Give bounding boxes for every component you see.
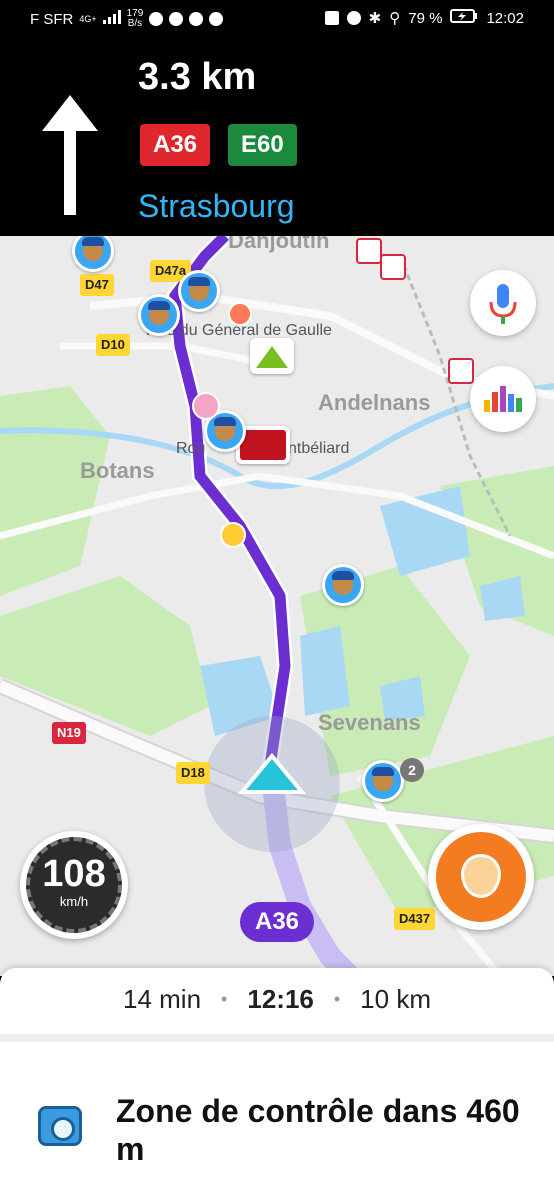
battery-icon xyxy=(450,9,478,27)
park-area xyxy=(0,576,210,736)
speedometer[interactable]: 108 km/h xyxy=(20,831,128,939)
report-button-fill xyxy=(436,832,526,922)
waze-icon xyxy=(189,12,204,26)
wazer-avatar-icon[interactable] xyxy=(228,302,252,326)
place-label-sevenans: Sevenans xyxy=(318,710,421,735)
panel-divider xyxy=(0,1034,554,1042)
lake xyxy=(380,486,470,576)
twitch-icon xyxy=(169,12,184,26)
current-road-shield: A36 xyxy=(240,902,314,942)
leroy-merlin-pin[interactable] xyxy=(250,338,294,374)
battery-level: 79 % xyxy=(408,9,443,27)
report-pin-icon xyxy=(461,854,501,898)
park-area xyxy=(0,386,110,596)
road xyxy=(60,342,281,370)
road-tag-d437: D437 xyxy=(394,908,436,930)
trip-summary-panel[interactable]: 14 min • 12:16 • 10 km Zone de contrôle … xyxy=(0,968,554,1200)
data-rate: 179 B/s xyxy=(127,9,144,29)
eta-row: 14 min • 12:16 • 10 km xyxy=(0,984,554,1015)
straight-arrow-icon xyxy=(42,95,98,215)
speedometer-dial: 108 km/h xyxy=(26,837,122,933)
voice-command-button[interactable] xyxy=(470,270,536,336)
wazer-avatar-icon[interactable] xyxy=(220,522,246,548)
clock: 12:02 xyxy=(486,9,524,27)
trip-duration: 14 min xyxy=(123,984,202,1014)
road-tag-n19: N19 xyxy=(52,722,86,744)
police-report-icon[interactable] xyxy=(362,760,404,802)
emoji-app-icon xyxy=(149,12,164,26)
equalizer-icon xyxy=(484,386,522,412)
report-count-badge: 2 xyxy=(400,758,424,782)
signal-icon xyxy=(102,10,121,28)
street-label-montbeliard: ntbéliard xyxy=(288,440,350,457)
alert-message: Zone de contrôle dans 460 m xyxy=(116,1093,520,1167)
data-rate-unit: B/s xyxy=(127,18,143,29)
railway-crossing-icon[interactable] xyxy=(356,238,382,264)
road-shield-a36: A36 xyxy=(140,124,211,166)
distance-to-maneuver: 3.3 km xyxy=(138,56,257,98)
street-label-partial: Rou xyxy=(176,440,206,457)
buffalo-grill-logo-icon xyxy=(240,430,286,460)
network-type: 4G+ xyxy=(79,14,97,24)
wazer-avatar-icon[interactable] xyxy=(192,392,220,420)
current-speed: 108 xyxy=(42,853,106,895)
police-report-icon[interactable] xyxy=(322,564,364,606)
railway-crossing-icon[interactable] xyxy=(380,254,406,280)
remaining-distance: 10 km xyxy=(360,984,431,1014)
arrival-time: 12:16 xyxy=(247,984,314,1014)
road-tag-d18: D18 xyxy=(176,762,210,784)
speed-unit: km/h xyxy=(59,894,89,909)
place-label-botans: Botans xyxy=(80,458,155,483)
speed-camera-icon xyxy=(38,1106,82,1146)
place-label-andelnans: Andelnans xyxy=(318,390,431,415)
nfc-icon xyxy=(324,11,339,25)
navigation-instruction-banner[interactable]: 3.3 km A36 E60 Strasbourg xyxy=(0,40,554,236)
bluetooth-icon: ✱ xyxy=(368,10,382,27)
road-shield-e60: E60 xyxy=(228,124,297,166)
carrier-label: F SFR xyxy=(30,10,74,28)
place-label-danjoutin: Danjoutin xyxy=(228,236,330,253)
facebook-icon xyxy=(209,12,224,26)
separator-dot: • xyxy=(221,989,228,1009)
location-icon: ⚲ xyxy=(389,10,401,27)
alarm-icon xyxy=(346,11,361,25)
leroy-merlin-logo-icon xyxy=(256,346,288,368)
microphone-icon xyxy=(489,284,517,324)
status-bar: F SFR 4G+ 179 B/s ✱ ⚲ 79 % 12:02 xyxy=(0,0,554,40)
audio-player-button[interactable] xyxy=(470,366,536,432)
direction-destination: Strasbourg xyxy=(138,188,295,224)
road-tag-d10: D10 xyxy=(96,334,130,356)
police-report-icon[interactable] xyxy=(138,294,180,336)
police-report-icon[interactable] xyxy=(178,270,220,312)
road-tag-d47: D47 xyxy=(80,274,114,296)
map-view[interactable]: Danjoutin Andelnans Botans Sevenans Rue … xyxy=(0,236,554,976)
report-button[interactable] xyxy=(428,824,534,930)
separator-dot: • xyxy=(333,989,341,1009)
